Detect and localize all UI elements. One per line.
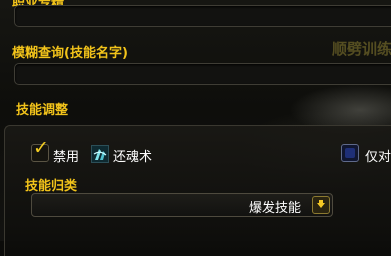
- disable-label: 禁用: [53, 150, 80, 165]
- spec-input[interactable]: [14, 5, 391, 27]
- chevron-down-icon: [317, 200, 325, 208]
- skill-name-label: 还魂术: [113, 150, 153, 165]
- dropdown-arrow-button[interactable]: [312, 196, 330, 214]
- fuzzy-search-title: 模糊查询(技能名字): [12, 46, 128, 61]
- checkbox-fill: [345, 148, 355, 158]
- skill-category-dropdown[interactable]: 爆发技能: [31, 193, 333, 217]
- background-watermark-text: 顺劈训练: [332, 40, 391, 58]
- checkmark-icon: ✓: [33, 137, 49, 159]
- dropdown-selected-value: 爆发技能: [248, 201, 301, 216]
- skill-search-input[interactable]: [14, 63, 391, 85]
- disable-checkbox[interactable]: ✓: [31, 139, 49, 162]
- only-target-label: 仅对: [365, 150, 391, 165]
- only-target-checkbox[interactable]: [341, 144, 359, 162]
- skill-adjust-title: 技能调整: [16, 103, 69, 118]
- skill-category-title: 技能归类: [25, 179, 78, 194]
- rune-swirl-icon: [91, 145, 109, 163]
